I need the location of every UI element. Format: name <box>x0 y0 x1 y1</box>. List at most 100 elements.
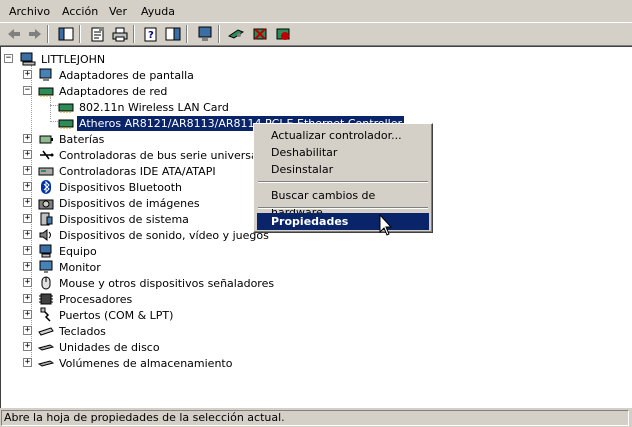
toolbar-separator <box>186 25 188 43</box>
tree-item-adaptadores-pantalla[interactable]: Adaptadores de pantalla <box>38 67 196 83</box>
tree-item-label: Baterías <box>59 132 105 146</box>
usb-icon <box>38 147 54 163</box>
tree-item-label: Unidades de disco <box>59 340 160 354</box>
tree-item-label: 802.11n Wireless LAN Card <box>79 100 229 114</box>
battery-icon <box>38 131 54 147</box>
tree-item-label: Teclados <box>59 324 106 338</box>
menu-item-propiedades[interactable]: Propiedades <box>257 213 429 230</box>
expand-plus-icon[interactable]: + <box>23 214 32 223</box>
menu-ver[interactable]: Ver <box>109 5 127 18</box>
tree-line <box>50 105 58 107</box>
menu-item-desinstalar[interactable]: Desinstalar <box>257 161 429 178</box>
tree-item-processors[interactable]: Procesadores <box>38 291 134 307</box>
sound-icon <box>38 227 54 243</box>
toolbar-separator <box>133 25 135 43</box>
tree-line <box>50 97 52 119</box>
network-card-icon <box>58 115 74 131</box>
tree-root-littlejohn[interactable]: LITTLEJOHN <box>20 51 107 67</box>
monitor-icon <box>38 259 54 275</box>
computer-icon <box>20 51 36 67</box>
toolbar-separator <box>79 25 81 43</box>
tree-root-label: LITTLEJOHN <box>41 52 106 66</box>
tree-item-label: Dispositivos de sistema <box>59 212 189 226</box>
port-icon <box>38 307 54 323</box>
scan-hardware-icon[interactable] <box>226 24 246 44</box>
tree-item-bluetooth[interactable]: Dispositivos Bluetooth <box>38 179 184 195</box>
computer-icon <box>38 243 54 259</box>
collapse-minus-icon[interactable]: − <box>23 86 32 95</box>
expand-plus-icon[interactable]: + <box>23 278 32 287</box>
svg-text:?: ? <box>148 30 154 41</box>
menu-ayuda[interactable]: Ayuda <box>141 5 175 18</box>
expand-plus-icon[interactable]: + <box>23 358 32 367</box>
tree-item-sound-video-games[interactable]: Dispositivos de sonido, vídeo y juegos <box>38 227 271 243</box>
tree-item-label: Dispositivos Bluetooth <box>59 180 182 194</box>
tree-item-imaging-devices[interactable]: Dispositivos de imágenes <box>38 195 202 211</box>
tree-item-keyboards[interactable]: Teclados <box>38 323 108 339</box>
toolbar-separator <box>47 25 49 43</box>
disable-icon[interactable] <box>273 24 293 44</box>
menu-accion[interactable]: Acción <box>62 5 98 18</box>
uninstall-icon[interactable] <box>250 24 270 44</box>
menu-separator <box>258 181 428 183</box>
tree-item-equipo[interactable]: Equipo <box>38 243 99 259</box>
print-icon[interactable] <box>110 24 130 44</box>
tree-item-label: Dispositivos de sonido, vídeo y juegos <box>59 228 269 242</box>
tree-item-system-devices[interactable]: Dispositivos de sistema <box>38 211 191 227</box>
properties-icon[interactable] <box>88 24 108 44</box>
mouse-icon <box>38 275 54 291</box>
console-tree-icon[interactable] <box>163 24 183 44</box>
status-bar: Abre la hoja de propiedades de la selecc… <box>0 408 632 427</box>
tree-item-label: Mouse y otros dispositivos señaladores <box>59 276 275 290</box>
help-icon[interactable]: ? <box>141 24 161 44</box>
root-collapse-expander[interactable]: − <box>4 54 13 63</box>
network-adapter-icon <box>38 83 54 99</box>
expand-plus-icon[interactable]: + <box>23 182 32 191</box>
expand-plus-icon[interactable]: + <box>23 310 32 319</box>
tree-item-baterias[interactable]: Baterías <box>38 131 106 147</box>
expand-plus-icon[interactable]: + <box>23 70 32 79</box>
menu-item-deshabilitar[interactable]: Deshabilitar <box>257 144 429 161</box>
menu-item-actualizar-controlador[interactable]: Actualizar controlador... <box>257 127 429 144</box>
expand-plus-icon[interactable]: + <box>23 262 32 271</box>
expand-plus-icon[interactable]: + <box>23 230 32 239</box>
expand-plus-icon[interactable]: + <box>23 246 32 255</box>
tree-item-mouse[interactable]: Mouse y otros dispositivos señaladores <box>38 275 276 291</box>
menu-separator <box>258 207 428 209</box>
tree-item-ide-controllers[interactable]: Controladoras IDE ATA/ATAPI <box>38 163 218 179</box>
tree-item-label: Adaptadores de pantalla <box>59 68 194 82</box>
storage-volume-icon <box>37 355 55 371</box>
tree-item-wireless-lan-card[interactable]: 802.11n Wireless LAN Card <box>58 99 231 115</box>
toolbar-separator <box>218 25 220 43</box>
expand-plus-icon[interactable]: + <box>23 198 32 207</box>
toolbar: ? <box>0 23 632 45</box>
expand-plus-icon[interactable]: + <box>23 326 32 335</box>
bluetooth-icon <box>38 179 54 195</box>
tree-item-adaptadores-red[interactable]: Adaptadores de red <box>38 83 169 99</box>
tree-item-usb-controllers[interactable]: Controladoras de bus serie universal (US <box>38 147 286 163</box>
expand-plus-icon[interactable]: + <box>23 294 32 303</box>
monitor-icon[interactable] <box>195 24 215 44</box>
expand-plus-icon[interactable]: + <box>23 134 32 143</box>
tree-item-label: Controladoras de bus serie universal (US <box>59 148 284 162</box>
menu-archivo[interactable]: Archivo <box>9 5 50 18</box>
tree-item-label: Volúmenes de almacenamiento <box>59 356 233 370</box>
tree-item-ports[interactable]: Puertos (COM & LPT) <box>38 307 175 323</box>
tree-item-label: Procesadores <box>59 292 133 306</box>
tree-item-disk-drives[interactable]: Unidades de disco <box>37 339 162 355</box>
tree-item-label: Adaptadores de red <box>59 84 168 98</box>
ide-controller-icon <box>38 163 54 179</box>
expand-plus-icon[interactable]: + <box>23 166 32 175</box>
expand-plus-icon[interactable]: + <box>23 150 32 159</box>
keyboard-icon <box>38 323 54 339</box>
tree-item-storage-volumes[interactable]: Volúmenes de almacenamiento <box>37 355 234 371</box>
tree-line <box>50 121 58 123</box>
tree-item-monitor[interactable]: Monitor <box>38 259 103 275</box>
forward-icon[interactable] <box>25 24 45 44</box>
show-hide-tree-icon[interactable] <box>56 24 76 44</box>
tree-item-label: Equipo <box>59 244 97 258</box>
menu-item-buscar-cambios[interactable]: Buscar cambios de hardware <box>257 187 429 219</box>
back-icon[interactable] <box>4 24 24 44</box>
display-adapter-icon <box>38 67 54 83</box>
expand-plus-icon[interactable]: + <box>23 342 32 351</box>
